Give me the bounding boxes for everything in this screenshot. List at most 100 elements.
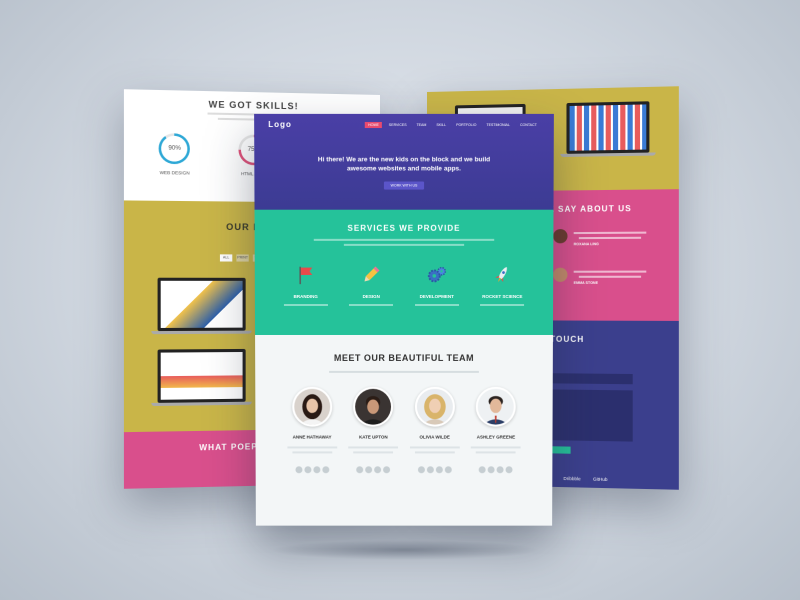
services-section: SERVICES WE PROVIDE BRANDING DESIGN DEVE… <box>254 209 554 335</box>
social-links <box>478 466 513 474</box>
service-title: BRANDING <box>293 293 318 299</box>
twitter-icon[interactable] <box>304 466 312 474</box>
avatar <box>353 386 394 427</box>
skill-percent: 90% <box>168 145 181 152</box>
service-title: ROCKET SCIENCE <box>482 293 523 299</box>
services-description-placeholder <box>309 238 499 246</box>
service-text-placeholder <box>480 301 525 309</box>
google-plus-icon[interactable] <box>444 466 452 474</box>
skill-item: 90% WEB DESIGN <box>143 133 206 176</box>
hero-section: Logo HOME SERVICES TEAM SKILL PORTFOLIO … <box>254 113 554 210</box>
service-title: DESIGN <box>362 293 380 299</box>
testimonial-text-placeholder <box>573 270 647 278</box>
avatar <box>414 386 455 427</box>
nav-item-home[interactable]: HOME <box>365 121 382 128</box>
team-section: MEET OUR BEAUTIFUL TEAM ANNE HATHAWAY KA… <box>255 334 553 526</box>
testimonial-name: ROXANA LING <box>573 242 599 247</box>
nav-menu: HOME SERVICES TEAM SKILL PORTFOLIO TESTI… <box>365 121 540 128</box>
services-row: BRANDING DESIGN DEVELOPMENT ROCKET SCIEN… <box>255 264 553 309</box>
portfolio-laptop[interactable] <box>157 277 246 332</box>
logo[interactable]: Logo <box>268 120 292 129</box>
contact-input[interactable] <box>550 373 633 385</box>
google-plus-icon[interactable] <box>383 466 391 474</box>
service-item: DESIGN <box>343 264 399 309</box>
service-item: ROCKET SCIENCE <box>474 264 530 309</box>
skills-title: WE GOT SKILLS! <box>208 99 299 112</box>
service-text-placeholder <box>283 301 328 309</box>
member-name: ANNE HATHAWAY <box>292 434 332 440</box>
team-member: OLIVIA WILDE <box>406 386 464 474</box>
avatar <box>476 386 517 427</box>
facebook-icon[interactable] <box>356 466 364 474</box>
pencil-icon <box>364 266 380 282</box>
service-item: BRANDING <box>278 264 334 309</box>
team-member: ANNE HATHAWAY <box>283 386 341 474</box>
footer-links: Dribbble GitHub <box>563 476 607 482</box>
gears-icon <box>427 266 446 282</box>
linkedin-icon[interactable] <box>496 466 504 474</box>
social-links <box>295 466 330 474</box>
member-bio-placeholder <box>408 443 462 456</box>
work-with-us-button[interactable]: WORK WITH US <box>383 181 425 190</box>
member-name: OLIVIA WILDE <box>419 434 450 440</box>
member-bio-placeholder <box>285 443 339 456</box>
linkedin-icon[interactable] <box>374 466 382 474</box>
member-bio-placeholder <box>346 443 400 456</box>
member-name: ASHLEY GREENE <box>476 434 516 440</box>
footer-link-dribbble[interactable]: Dribbble <box>563 476 580 481</box>
laptop-base <box>560 152 656 157</box>
avatar <box>291 386 332 427</box>
service-item: DEVELOPMENT <box>409 264 465 309</box>
team-row: ANNE HATHAWAY KATE UPTON OLIVIA WILDE AS… <box>255 386 552 474</box>
laptop-base <box>151 330 252 335</box>
portfolio-laptop[interactable] <box>157 348 246 403</box>
google-plus-icon[interactable] <box>505 466 513 474</box>
laptop-screen <box>160 351 243 400</box>
linkedin-icon[interactable] <box>313 466 321 474</box>
twitter-icon[interactable] <box>365 466 373 474</box>
avatar <box>553 267 568 282</box>
team-member: ASHLEY GREENE <box>467 386 525 474</box>
footer-link-github[interactable]: GitHub <box>593 477 608 482</box>
send-button[interactable] <box>550 446 571 454</box>
service-text-placeholder <box>414 301 459 309</box>
contact-message-field[interactable] <box>550 389 633 442</box>
twitter-icon[interactable] <box>487 466 495 474</box>
team-title: MEET OUR BEAUTIFUL TEAM <box>333 352 475 363</box>
facebook-icon[interactable] <box>478 466 486 474</box>
nav-item-team[interactable]: TEAM <box>414 121 430 127</box>
filter-all-button[interactable]: ALL <box>219 254 233 262</box>
rocket-icon <box>495 266 507 282</box>
nav-item-contact[interactable]: CONTACT <box>517 121 540 127</box>
nav-item-skill[interactable]: SKILL <box>433 121 449 127</box>
filter-print-button[interactable]: PRINT <box>236 254 249 262</box>
service-title: DEVELOPMENT <box>419 293 454 299</box>
services-title: SERVICES WE PROVIDE <box>347 223 461 233</box>
skill-label: WEB DESIGN <box>159 170 190 176</box>
service-text-placeholder <box>349 301 394 309</box>
nav-item-portfolio[interactable]: PORTFOLIO <box>453 121 479 127</box>
hero-headline: Hi there! We are the new kids on the blo… <box>317 156 491 173</box>
linkedin-icon[interactable] <box>435 466 443 474</box>
top-nav: Logo HOME SERVICES TEAM SKILL PORTFOLIO … <box>254 114 554 135</box>
testimonial-name: EMMA STONE <box>573 280 598 285</box>
facebook-icon[interactable] <box>295 466 303 474</box>
google-plus-icon[interactable] <box>322 466 330 474</box>
laptop-screen <box>160 280 243 328</box>
portfolio-laptop[interactable] <box>566 101 650 154</box>
testimonial: ROXANA LING <box>553 229 647 247</box>
twitter-icon[interactable] <box>426 466 434 474</box>
testimonial: EMMA STONE <box>553 267 647 285</box>
nav-item-services[interactable]: SERVICES <box>386 121 410 127</box>
nav-item-testimonial[interactable]: TESTIMONIAL <box>483 121 513 127</box>
social-links <box>417 466 452 474</box>
floor-shadow <box>270 540 540 560</box>
laptop-base <box>151 401 252 407</box>
laptop-screen <box>569 104 647 151</box>
flag-icon <box>298 266 312 284</box>
team-description-placeholder <box>255 370 553 373</box>
social-links <box>356 466 391 474</box>
member-bio-placeholder <box>469 443 523 456</box>
facebook-icon[interactable] <box>417 466 425 474</box>
avatar <box>553 229 568 244</box>
